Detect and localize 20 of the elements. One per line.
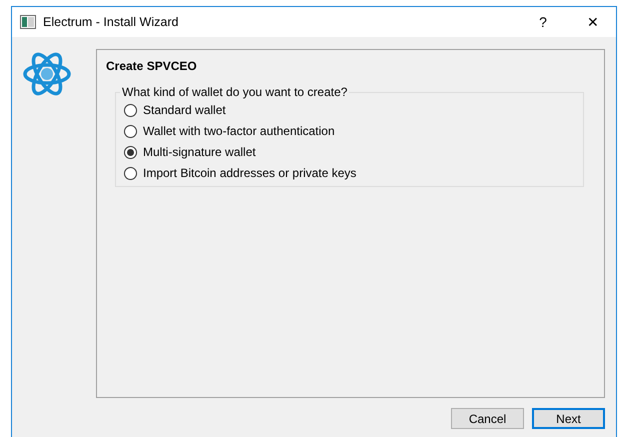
radio-button[interactable] [124, 104, 137, 116]
option-label: Multi-signature wallet [143, 145, 256, 159]
window-title: Electrum - Install Wizard [43, 15, 180, 29]
radio-option[interactable]: Standard wallet [124, 103, 575, 117]
page-heading: Create SPVCEO [106, 59, 198, 73]
help-button[interactable]: ? [528, 7, 558, 37]
radio-button[interactable] [124, 124, 137, 138]
next-button[interactable]: Next [532, 408, 605, 429]
radio-option[interactable]: Wallet with two-factor authentication [124, 124, 575, 138]
option-label: Standard wallet [143, 103, 226, 117]
option-label: Import Bitcoin addresses or private keys [143, 166, 356, 180]
radio-option[interactable]: Import Bitcoin addresses or private keys [124, 166, 575, 180]
cancel-button[interactable]: Cancel [451, 408, 524, 429]
radio-button[interactable] [124, 166, 137, 180]
close-button[interactable]: ✕ [570, 7, 616, 37]
option-label: Wallet with two-factor authentication [143, 124, 335, 138]
radio-button[interactable] [124, 146, 137, 158]
group-legend: What kind of wallet do you want to create? [120, 85, 350, 99]
radio-option[interactable]: Multi-signature wallet [124, 145, 575, 159]
window-icon [20, 15, 36, 29]
